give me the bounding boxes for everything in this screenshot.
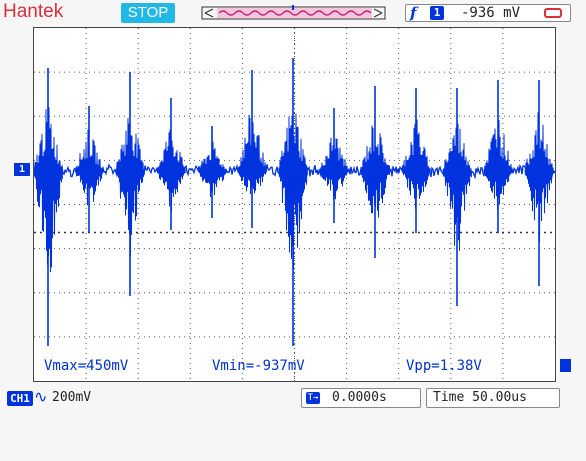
trigger-pointer-icon: T→ xyxy=(306,392,320,404)
volts-per-div[interactable]: 200mV xyxy=(52,390,91,405)
trigger-position-readout[interactable]: T→ 0.0000s xyxy=(301,388,421,408)
waveform-display: Vmax=450mV Vmin=-937mV Vpp=1.38V xyxy=(33,27,556,382)
top-bar: Hantek STOP f 1 -936 mV xyxy=(0,0,586,27)
bottom-status-bar: CH1 ∿ 200mV T→ 0.0000s Time 50.00us xyxy=(0,384,586,418)
brand-logo: Hantek xyxy=(3,1,64,22)
trigger-level: -936 mV xyxy=(461,5,521,21)
waveform-svg xyxy=(34,28,555,381)
vmax-readout: Vmax=450mV xyxy=(44,358,129,374)
vpp-readout: Vpp=1.38V xyxy=(406,358,482,374)
timebase-readout[interactable]: Time 50.00us xyxy=(426,388,560,408)
run-stop-indicator[interactable]: STOP xyxy=(121,3,175,23)
trigger-channel-badge: 1 xyxy=(430,6,444,20)
channel-1-marker[interactable]: 1 xyxy=(14,163,30,176)
memory-window-indicator xyxy=(201,5,386,20)
rising-edge-icon: f xyxy=(410,4,417,22)
trigger-status[interactable]: f 1 -936 mV xyxy=(405,4,571,22)
vmin-readout: Vmin=-937mV xyxy=(212,358,305,374)
trigger-level-marker[interactable] xyxy=(560,359,571,372)
channel-1-badge[interactable]: CH1 xyxy=(7,391,33,406)
battery-icon xyxy=(544,8,562,18)
ac-coupling-icon: ∿ xyxy=(34,387,48,406)
